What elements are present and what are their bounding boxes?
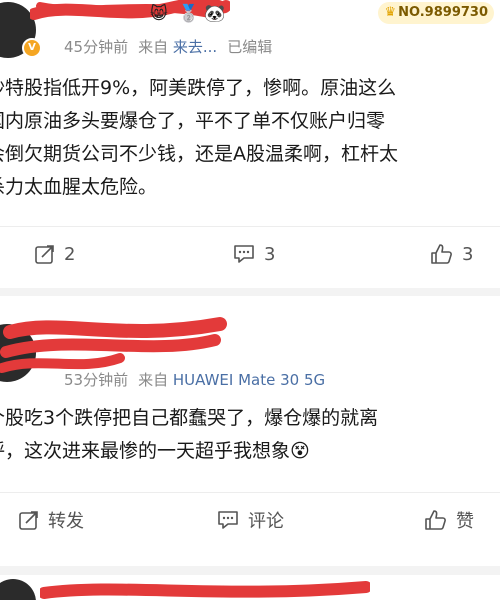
post-time: 53分钟前 [64, 371, 129, 389]
post-line-text: 呼，这次进来最惨的一天超乎我想象 [0, 440, 291, 462]
crown-icon: ♛ [384, 5, 397, 20]
repost-button[interactable]: 2 [34, 243, 75, 265]
like-button[interactable]: 3 [430, 243, 473, 265]
redaction-scribble [30, 0, 230, 20]
repost-label: 转发 [48, 511, 84, 532]
thumbs-up-icon [425, 510, 446, 530]
like-count: 3 [462, 243, 474, 265]
weibo-post-1: V 😸 🥈 🐼 ♛ NO.9899730 45分钟前 来自 来去... 已编辑 沙特股… [0, 0, 500, 288]
comment-icon [234, 245, 254, 263]
weibo-post-3 [0, 575, 500, 600]
divider [0, 492, 500, 493]
weibo-post-2: 53分钟前 来自 HUAWEI Mate 30 5G 个股吃3个跌停把自己都蠢哭了… [0, 296, 500, 566]
post-time: 45分钟前 [64, 38, 129, 56]
post-meta: 53分钟前 来自 HUAWEI Mate 30 5G [64, 369, 325, 390]
post-line: 国内原油多头要爆仓了，平不了单不仅账户归零 [0, 110, 386, 132]
post-line: 会倒欠期货公司不少钱，还是A股温柔啊，杠杆太 [0, 143, 398, 165]
panda-icon: 🐼 [204, 4, 226, 24]
source-prefix: 来自 [138, 371, 169, 389]
repost-button[interactable]: 转发 [18, 507, 84, 533]
comment-label: 评论 [248, 511, 284, 532]
emoji-badge-icon: 😸 [150, 4, 168, 24]
comment-button[interactable]: 3 [232, 243, 275, 265]
post-body: 沙特股指低开9%，阿美跌停了，惨啊。原油这么 国内原油多头要爆仓了，平不了单不仅… [0, 72, 500, 204]
divider [0, 226, 500, 227]
post-meta: 45分钟前 来自 来去... 已编辑 [64, 36, 272, 57]
member-number-badge: ♛ NO.9899730 [378, 2, 494, 24]
repost-icon [35, 245, 54, 264]
post-line: 杀力太血腥太危险。 [0, 176, 158, 198]
like-button[interactable]: 赞 [424, 507, 474, 533]
member-number: NO.9899730 [398, 5, 488, 20]
dizzy-emoji-icon: 😵 [290, 440, 310, 462]
repost-count: 2 [64, 243, 76, 265]
post-line: 呼，这次进来最惨的一天超乎我想象😵 [0, 435, 500, 468]
comment-count: 3 [264, 243, 276, 265]
comment-button[interactable]: 评论 [216, 507, 284, 533]
post-body: 个股吃3个跌停把自己都蠢哭了，爆仓爆的就离 呼，这次进来最惨的一天超乎我想象😵 [0, 402, 500, 468]
like-label: 赞 [456, 511, 474, 532]
avatar[interactable] [0, 579, 36, 600]
repost-icon [19, 511, 38, 530]
thumbs-up-icon [431, 244, 452, 264]
verified-badge-icon: V [22, 38, 42, 58]
redaction-scribble [40, 581, 370, 599]
post-line: 个股吃3个跌停把自己都蠢哭了，爆仓爆的就离 [0, 407, 379, 429]
source-prefix: 来自 [138, 38, 169, 56]
post-line: 沙特股指低开9%，阿美跌停了，惨啊。原油这么 [0, 77, 397, 99]
comment-icon [218, 511, 238, 529]
medal-icon: 🥈 [178, 4, 200, 24]
post-source[interactable]: HUAWEI Mate 30 5G [173, 371, 325, 389]
edited-label: 已编辑 [227, 38, 273, 56]
post-source[interactable]: 来去... [173, 38, 217, 56]
